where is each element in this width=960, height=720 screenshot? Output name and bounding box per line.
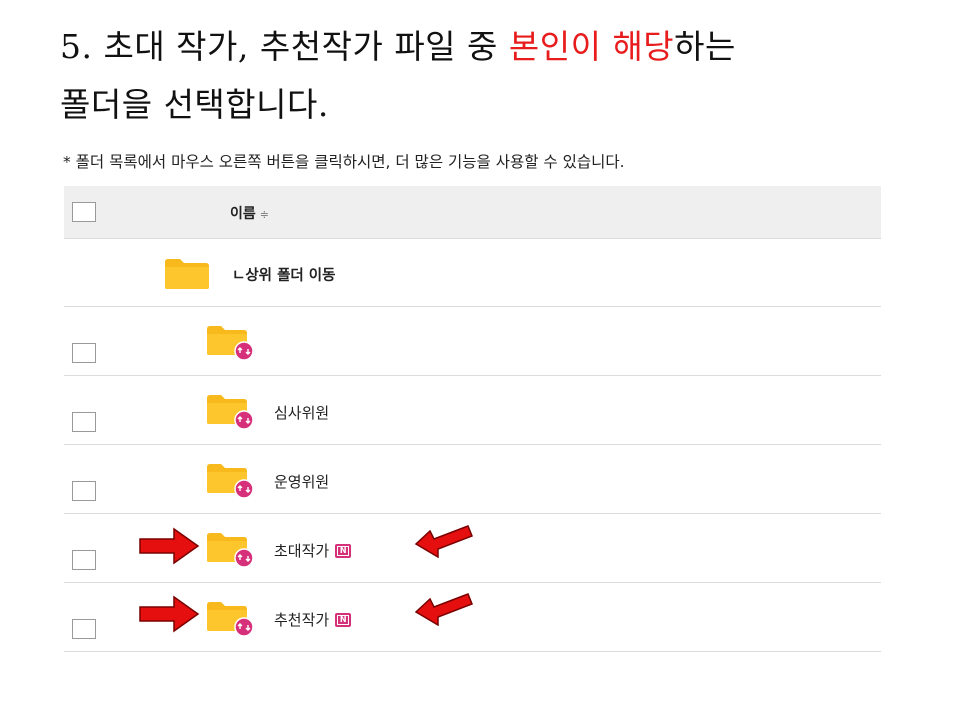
folder-row-judges[interactable]: 심사위원 — [64, 376, 881, 445]
new-badge-icon: N — [335, 613, 352, 627]
heading-part1: 5. 초대 작가, 추천작가 파일 중 — [60, 27, 509, 66]
shared-folder-icon — [207, 533, 254, 568]
table-header: 이름 ≑ — [64, 186, 881, 239]
folder-list-table: 이름 ≑ ㄴ상위 폴더 이동 심사위원 운영위원 초대작가 N 추천작가 N — [64, 186, 881, 652]
folder-row-invited-artist[interactable]: 초대작가 N — [64, 514, 881, 583]
folder-name-text: 초대작가 — [274, 542, 330, 560]
instruction-heading: 5. 초대 작가, 추천작가 파일 중 본인이 해당하는 폴더을 선택합니다. — [60, 18, 920, 134]
red-arrow-icon — [139, 595, 200, 633]
up-folder-row[interactable]: ㄴ상위 폴더 이동 — [64, 239, 881, 307]
row-checkbox[interactable] — [72, 412, 96, 432]
context-menu-note: * 폴더 목록에서 마우스 오른쪽 버튼을 클릭하시면, 더 많은 기능을 사용… — [63, 153, 625, 171]
new-badge-text: N — [337, 615, 350, 625]
name-column-header[interactable]: 이름 ≑ — [230, 203, 269, 223]
shared-folder-icon — [207, 326, 254, 361]
up-folder-label: ㄴ상위 폴더 이동 — [232, 268, 336, 284]
folder-row[interactable] — [64, 307, 881, 376]
red-arrow-icon — [414, 525, 473, 558]
folder-icon — [165, 259, 209, 289]
folder-row-recommended-artist[interactable]: 추천작가 N — [64, 583, 881, 652]
folder-name: 운영위원 — [274, 473, 330, 491]
name-column-label: 이름 — [230, 206, 256, 222]
folder-name: 추천작가 N — [274, 609, 352, 630]
folder-name: 심사위원 — [274, 404, 330, 422]
heading-highlight: 본인이 해당 — [508, 27, 675, 66]
folder-row-committee[interactable]: 운영위원 — [64, 445, 881, 514]
row-checkbox[interactable] — [72, 481, 96, 501]
row-checkbox[interactable] — [72, 550, 96, 570]
row-checkbox[interactable] — [72, 343, 96, 363]
red-arrow-icon — [414, 593, 473, 626]
new-badge-text: N — [337, 546, 350, 556]
sort-icon[interactable]: ≑ — [260, 208, 269, 221]
shared-folder-icon — [207, 395, 254, 430]
new-badge-icon: N — [335, 544, 352, 558]
folder-name: 초대작가 N — [274, 540, 352, 561]
red-arrow-icon — [139, 527, 200, 565]
heading-part2: 하는 — [674, 27, 736, 66]
select-all-checkbox[interactable] — [72, 202, 96, 222]
shared-folder-icon — [207, 602, 254, 637]
folder-name-text: 추천작가 — [274, 611, 330, 629]
shared-folder-icon — [207, 464, 254, 499]
row-checkbox[interactable] — [72, 619, 96, 639]
heading-line2: 폴더을 선택합니다. — [60, 85, 329, 124]
